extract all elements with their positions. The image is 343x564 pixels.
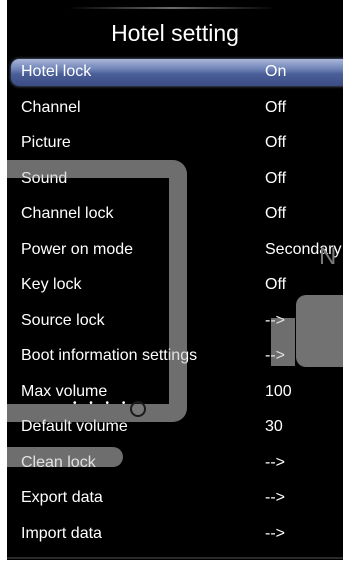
title-divider xyxy=(67,7,277,9)
menu-item-label: Power on mode xyxy=(21,240,134,258)
menu-item-label: Max volume xyxy=(21,382,108,400)
bottom-divider xyxy=(7,557,343,559)
menu-item-value: Off xyxy=(265,134,287,151)
menu-item-value: --> xyxy=(265,311,285,329)
menu-item-label: Default volume xyxy=(21,418,128,435)
title-bar: Hotel setting xyxy=(7,0,343,56)
menu-item-value: --> xyxy=(265,489,285,506)
menu-item-value: 100 xyxy=(265,382,292,400)
menu-item-picture[interactable]: Picture Off xyxy=(7,125,343,161)
menu-item-value: Off xyxy=(265,276,287,293)
menu-item-max-volume[interactable]: Max volume 100 xyxy=(7,374,343,410)
menu-item-hotel-lock[interactable]: Hotel lock On xyxy=(7,54,343,90)
menu-item-value: On xyxy=(265,63,287,80)
menu-item-value: --> xyxy=(265,524,285,542)
menu-item-label: Sound xyxy=(21,169,68,187)
menu-item-source-lock[interactable]: Source lock --> xyxy=(7,303,343,339)
menu-item-power-on-mode[interactable]: Power on mode Secondary xyxy=(7,232,343,268)
menu-item-default-volume[interactable]: Default volume 30 xyxy=(7,409,343,445)
menu-item-label: Key lock xyxy=(21,276,82,293)
menu-item-value: Off xyxy=(265,169,287,187)
menu-item-label: Import data xyxy=(21,524,102,542)
hotel-setting-screen: Hotel setting Hotel lock On Channel Off … xyxy=(7,0,343,560)
menu-item-value: Secondary xyxy=(265,240,342,258)
menu-item-label: Picture xyxy=(21,134,71,151)
menu-item-value: 30 xyxy=(265,418,283,435)
menu-item-label: Channel lock xyxy=(21,205,114,222)
menu-item-value: Off xyxy=(265,205,287,222)
menu-item-label: Clean lock xyxy=(21,453,96,471)
menu-item-key-lock[interactable]: Key lock Off xyxy=(7,267,343,303)
menu-item-label: Channel xyxy=(21,98,81,116)
menu-item-label: Boot information settings xyxy=(21,347,198,364)
page-title: Hotel setting xyxy=(111,20,239,46)
menu-item-channel[interactable]: Channel Off xyxy=(7,90,343,126)
menu-item-sound[interactable]: Sound Off xyxy=(7,161,343,197)
menu-item-boot-information-settings[interactable]: Boot information settings --> xyxy=(7,338,343,374)
menu-item-clean-lock[interactable]: Clean lock --> xyxy=(7,445,343,481)
menu-item-label: Source lock xyxy=(21,311,105,329)
menu-item-import-data[interactable]: Import data --> xyxy=(7,516,343,552)
menu-item-value: --> xyxy=(265,453,285,471)
settings-menu: Hotel lock On Channel Off Picture Off So… xyxy=(7,54,343,551)
menu-item-label: Export data xyxy=(21,489,103,506)
menu-item-value: Off xyxy=(265,98,287,116)
menu-item-label: Hotel lock xyxy=(21,63,92,80)
menu-item-value: --> xyxy=(265,347,285,364)
menu-item-export-data[interactable]: Export data --> xyxy=(7,480,343,516)
menu-item-channel-lock[interactable]: Channel lock Off xyxy=(7,196,343,232)
